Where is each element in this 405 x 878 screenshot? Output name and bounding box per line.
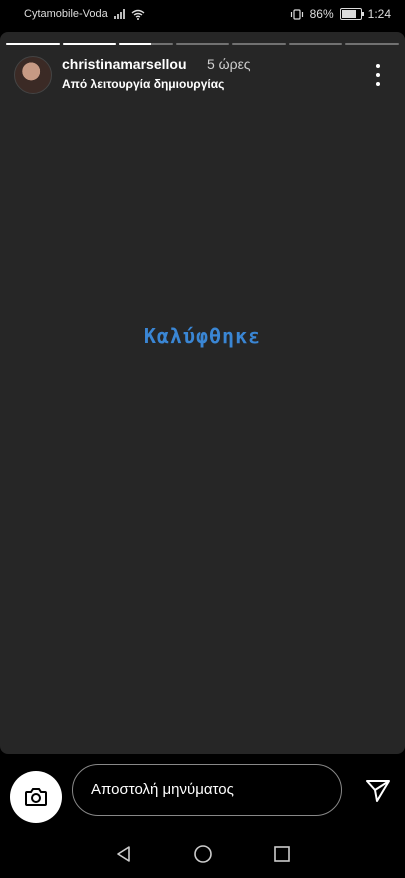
time-ago: 5 ώρες (207, 56, 251, 72)
progress-segment (288, 43, 343, 45)
status-bar: Cytamobile-Voda 86% 1:24 (0, 0, 405, 30)
more-vert-icon[interactable] (373, 64, 383, 86)
progress-segment (6, 43, 60, 45)
battery-icon (339, 8, 364, 20)
covered-text: Καλύφθηκε (143, 324, 262, 348)
wifi-icon (131, 9, 145, 20)
username[interactable]: christinamarsellou (62, 56, 187, 72)
story-viewer[interactable]: christinamarsellou 5 ώρες Από λειτουργία… (0, 32, 405, 754)
camera-icon (25, 788, 47, 806)
camera-button[interactable] (10, 771, 62, 823)
message-input[interactable]: Αποστολή μηνύματος (72, 764, 342, 816)
avatar[interactable] (14, 56, 52, 94)
story-header: christinamarsellou 5 ώρες Από λειτουργία… (14, 56, 391, 96)
message-placeholder: Αποστολή μηνύματος (91, 781, 234, 798)
story-progress (6, 43, 400, 45)
story-footer: Αποστολή μηνύματος (0, 754, 405, 830)
nav-home-icon[interactable] (193, 844, 213, 864)
progress-segment (62, 43, 117, 45)
progress-segment (345, 43, 400, 45)
vibrate-icon (290, 8, 303, 20)
system-navbar (0, 830, 405, 878)
battery-percent: 86% (309, 7, 334, 21)
signal-icon (113, 9, 125, 19)
story-subtitle[interactable]: Από λειτουργία δημιουργίας (62, 77, 224, 91)
nav-back-icon[interactable] (115, 845, 133, 863)
carrier-name: Cytamobile-Voda (24, 8, 108, 20)
progress-segment (232, 43, 286, 45)
send-icon[interactable] (365, 778, 391, 804)
progress-segment (175, 43, 230, 45)
progress-segment (119, 43, 173, 45)
nav-recents-icon[interactable] (273, 845, 291, 863)
clock: 1:24 (367, 7, 391, 21)
